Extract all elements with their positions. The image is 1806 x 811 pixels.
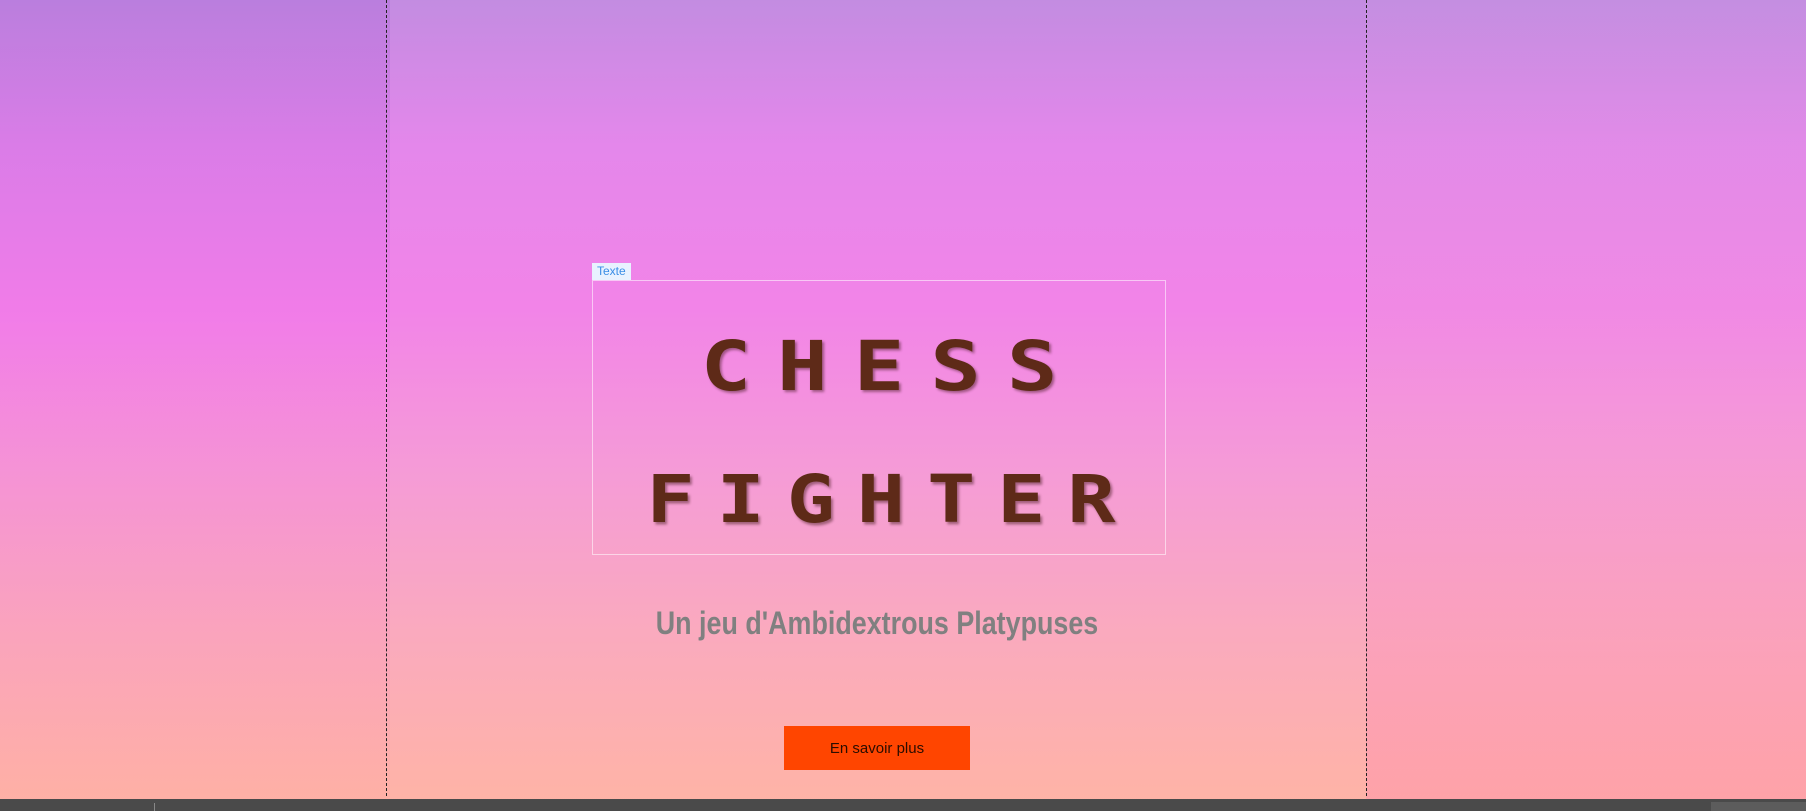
hero-title[interactable]: CHESS FIGHTER — [592, 280, 1166, 540]
title-line-1: CHESS — [700, 325, 1084, 407]
layout-guide-left — [386, 0, 387, 796]
learn-more-button[interactable]: En savoir plus — [784, 726, 970, 770]
background-overlay-left — [0, 0, 390, 811]
toolbar-divider — [154, 803, 155, 811]
layout-guide-right — [1366, 0, 1367, 796]
toolbar-right-segment[interactable] — [1711, 802, 1806, 811]
title-line-2: FIGHTER — [646, 461, 1138, 538]
element-type-tag: Texte — [592, 263, 631, 280]
hero-subtitle[interactable]: Un jeu d'Ambidextrous Platypuses — [140, 605, 1613, 642]
background-overlay-right — [1366, 0, 1806, 811]
bottom-toolbar — [0, 799, 1806, 811]
